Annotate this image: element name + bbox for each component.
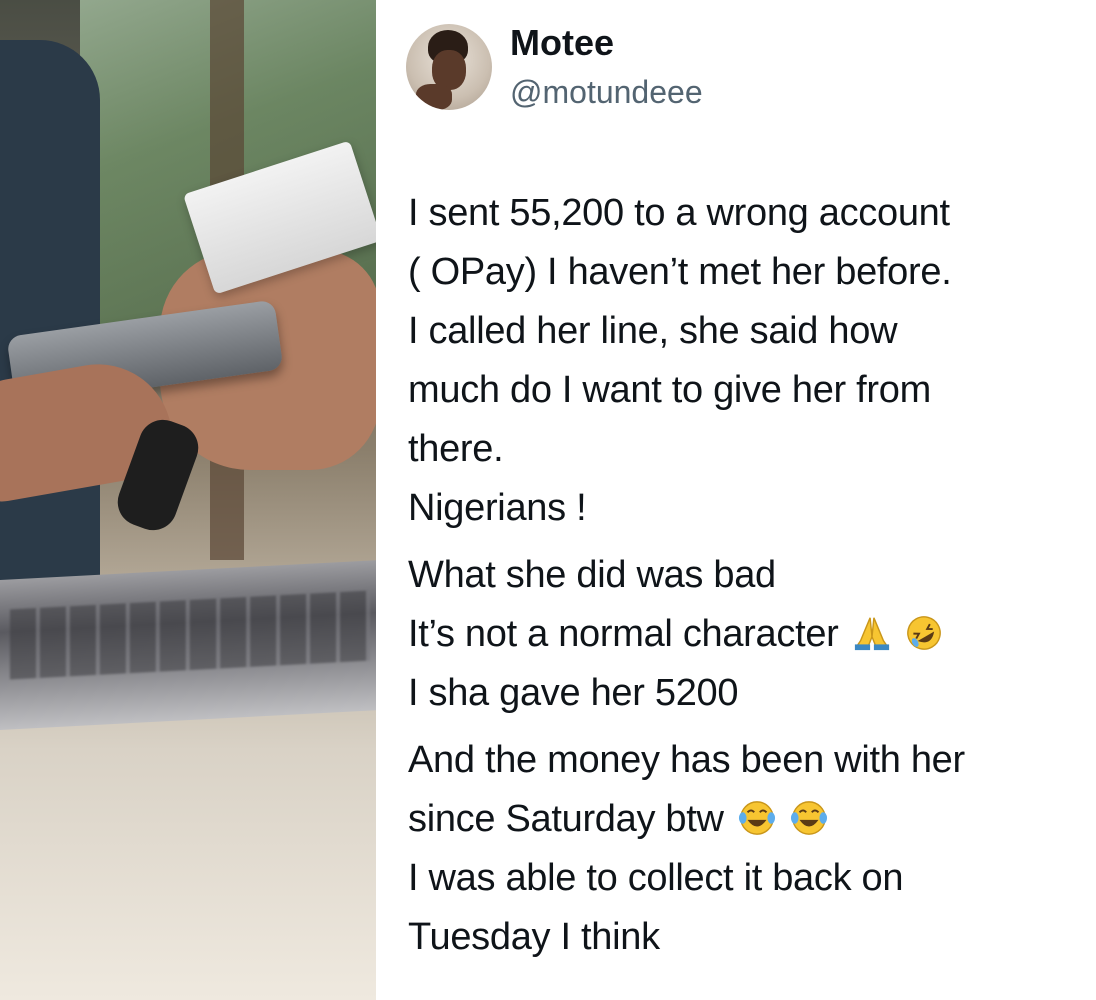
tweet-card: Motee @motundeee I sent 55,200 to a wron… [376, 0, 1096, 1000]
rofl-icon [907, 616, 941, 650]
tweet-line-text: It’s not a normal character [408, 613, 839, 655]
tweet-line: What she did was bad [408, 554, 776, 596]
tweet-line: there. [408, 428, 504, 470]
tears-of-joy-icon [738, 801, 775, 835]
tweet-line: ( OPay) I haven’t met her before. [408, 251, 952, 293]
tweet-line: since Saturday btw [408, 790, 1088, 849]
tweet-line: I called her line, she said how [408, 310, 898, 352]
tweet-text: I sent 55,200 to a wrong account ( OPay)… [408, 184, 1088, 967]
photo-shirt [0, 40, 100, 600]
tweet-line: I was able to collect it back on [408, 857, 904, 899]
tears-of-joy-icon [791, 801, 828, 835]
tweet-line: It’s not a normal character [408, 605, 1088, 664]
stock-photo-phone-payment [0, 0, 376, 1000]
tweet-line: And the money has been with her [408, 739, 965, 781]
avatar[interactable] [406, 24, 492, 110]
tweet-line: I sha gave her 5200 [408, 672, 739, 714]
tweet-line-text: since Saturday btw [408, 798, 724, 840]
tweet-line: Nigerians ! [408, 487, 587, 529]
tweet-line: Tuesday I think [408, 916, 660, 958]
author-name[interactable]: Motee [510, 22, 614, 64]
tweet-line: much do I want to give her from [408, 369, 931, 411]
author-handle[interactable]: @motundeee [510, 74, 703, 111]
pray-icon [854, 617, 889, 651]
tweet-line: I sent 55,200 to a wrong account [408, 192, 950, 234]
